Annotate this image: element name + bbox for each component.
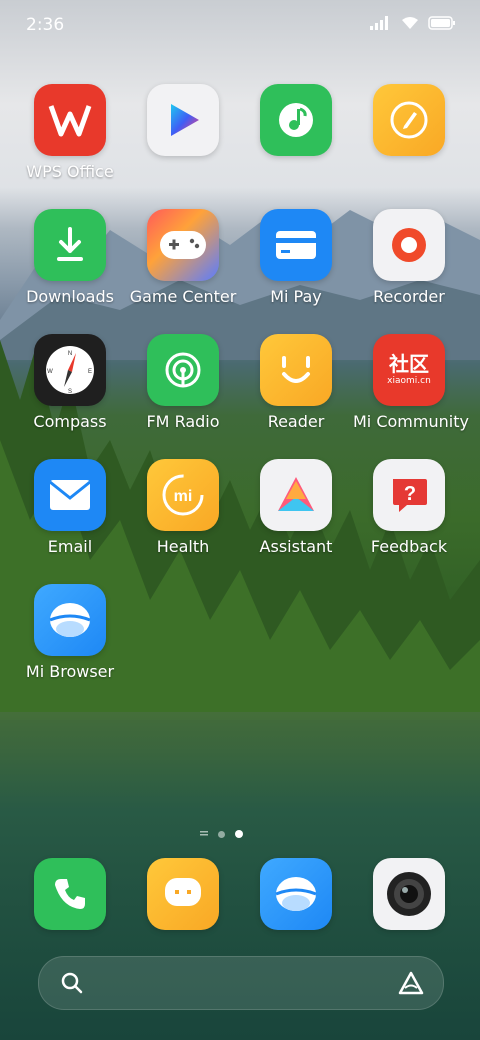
app-reader[interactable]: Reader [240, 334, 352, 431]
camera-icon [373, 858, 445, 930]
app-downloads[interactable]: Downloads [14, 209, 126, 306]
app-email[interactable]: Email [14, 459, 126, 556]
video-player-icon [147, 84, 219, 156]
app-compass[interactable]: N E S W Compass [14, 334, 126, 431]
app-recorder[interactable]: Recorder [353, 209, 465, 306]
page-dot [218, 830, 225, 838]
app-label: Recorder [373, 287, 445, 306]
dock-messages[interactable] [127, 858, 239, 930]
app-wps-office[interactable]: WPS Office [14, 84, 126, 181]
app-video-player[interactable] [127, 84, 239, 162]
community-logo-subtext: xiaomi.cn [387, 376, 431, 386]
dock-browser[interactable] [240, 858, 352, 930]
community-logo-text: 社区 [389, 352, 429, 376]
page-dot-active [235, 830, 243, 838]
battery-icon [428, 16, 455, 30]
feedback-icon: ? [373, 459, 445, 531]
gamepad-icon [147, 209, 219, 281]
page-dot-menu-icon [200, 831, 208, 836]
browser-icon [260, 858, 332, 930]
svg-text:W: W [47, 369, 53, 375]
app-game-center[interactable]: Game Center [127, 209, 239, 306]
smile-icon [260, 334, 332, 406]
app-label: WPS Office [26, 162, 114, 181]
app-label: Downloads [26, 287, 114, 306]
app-label: Compass [33, 412, 107, 431]
wifi-icon [402, 17, 418, 29]
app-label: Mi Pay [270, 287, 322, 306]
assistant-icon [260, 459, 332, 531]
app-label: Health [156, 537, 210, 556]
dock-camera[interactable] [353, 858, 465, 930]
record-icon [373, 209, 445, 281]
app-label: Feedback [370, 537, 448, 556]
card-icon [260, 209, 332, 281]
health-icon: mi [147, 459, 219, 531]
wps-icon [34, 84, 106, 156]
status-time: 2:36 [26, 15, 65, 35]
signal-icon [370, 16, 388, 30]
messages-icon [147, 858, 219, 930]
svg-text:S: S [68, 389, 72, 395]
health-logo-text: mi [174, 488, 193, 505]
app-notes[interactable] [353, 84, 465, 162]
app-mi-browser[interactable]: Mi Browser [14, 584, 126, 681]
app-label: Game Center [129, 287, 237, 306]
svg-text:N: N [68, 351, 72, 357]
phone-icon [34, 858, 106, 930]
app-health[interactable]: mi Health [127, 459, 239, 556]
svg-text:E: E [88, 369, 92, 375]
page-indicator[interactable] [200, 830, 243, 838]
app-music[interactable] [240, 84, 352, 162]
app-label: Email [47, 537, 93, 556]
feedback-glyph: ? [404, 483, 416, 505]
status-bar: 2:36 [0, 0, 480, 50]
app-assistant[interactable]: Assistant [240, 459, 352, 556]
mail-icon [34, 459, 106, 531]
app-label: Assistant [259, 537, 333, 556]
app-label: Reader [267, 412, 325, 431]
notes-icon [373, 84, 445, 156]
app-mi-pay[interactable]: Mi Pay [240, 209, 352, 306]
assistant-shortcut-icon[interactable] [397, 970, 425, 996]
search-icon [61, 972, 83, 994]
app-label: FM Radio [146, 412, 220, 431]
community-icon: 社区 xiaomi.cn [373, 334, 445, 406]
app-label: Mi Browser [25, 662, 115, 681]
app-label: Mi Community [353, 412, 469, 431]
music-icon [260, 84, 332, 156]
browser-icon [34, 584, 106, 656]
compass-icon: N E S W [34, 334, 106, 406]
status-icons [370, 16, 456, 30]
radio-icon [147, 334, 219, 406]
app-mi-community[interactable]: 社区 xiaomi.cn Mi Community [353, 334, 469, 431]
app-fm-radio[interactable]: FM Radio [127, 334, 239, 431]
download-icon [34, 209, 106, 281]
search-bar[interactable] [38, 956, 444, 1010]
dock-phone[interactable] [14, 858, 126, 930]
app-feedback[interactable]: ? Feedback [353, 459, 465, 556]
